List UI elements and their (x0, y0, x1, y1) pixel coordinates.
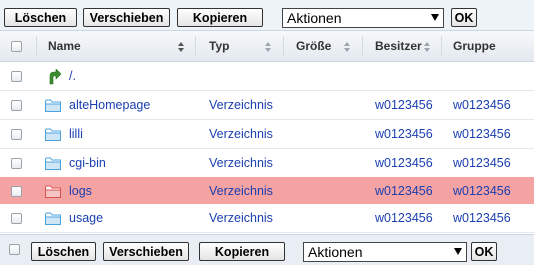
sort-icon[interactable] (344, 42, 351, 52)
table-row[interactable]: usage Verzeichnis w0123456 w0123456 (0, 204, 534, 233)
file-type: Verzeichnis (209, 127, 273, 141)
chevron-down-icon (454, 248, 462, 255)
file-name-link[interactable]: cgi-bin (69, 149, 106, 177)
row-checkbox[interactable] (11, 213, 22, 224)
row-checkbox[interactable] (11, 100, 22, 111)
file-owner: w0123456 (375, 127, 433, 141)
table-row[interactable]: logs Verzeichnis w0123456 w0123456 (0, 177, 534, 206)
actions-select-value: Aktionen (287, 10, 342, 26)
sort-icon[interactable] (178, 42, 185, 52)
actions-select[interactable]: Aktionen (282, 8, 444, 28)
file-name-link[interactable]: lilli (69, 120, 83, 148)
bottom-toolbar: Löschen Verschieben Kopieren Aktionen OK (0, 234, 534, 265)
row-checkbox[interactable] (11, 158, 22, 169)
table-row[interactable]: lilli Verzeichnis w0123456 w0123456 (0, 120, 534, 149)
file-group: w0123456 (453, 211, 511, 225)
column-header-size[interactable]: Größe (296, 31, 331, 61)
file-group: w0123456 (453, 156, 511, 170)
file-group: w0123456 (453, 184, 511, 198)
folder-icon[interactable] (45, 99, 61, 112)
file-group: w0123456 (453, 127, 511, 141)
actions-select-bottom[interactable]: Aktionen (303, 242, 467, 262)
file-owner: w0123456 (375, 211, 433, 225)
table-header: Name Typ Größe Besitzer Gruppe (0, 31, 534, 62)
file-name-link[interactable]: usage (69, 204, 103, 232)
file-owner: w0123456 (375, 156, 433, 170)
folder-icon[interactable] (45, 212, 61, 225)
move-button[interactable]: Verschieben (83, 8, 170, 27)
row-checkbox[interactable] (11, 129, 22, 140)
file-type: Verzeichnis (209, 211, 273, 225)
table-row-parent[interactable]: /. (0, 62, 534, 91)
parent-directory-icon[interactable] (47, 69, 61, 85)
column-header-name[interactable]: Name (48, 31, 81, 61)
select-all-checkbox[interactable] (11, 41, 22, 52)
folder-icon[interactable] (45, 185, 61, 198)
file-type: Verzeichnis (209, 184, 273, 198)
file-owner: w0123456 (375, 184, 433, 198)
copy-button-bottom[interactable]: Kopieren (199, 242, 285, 261)
ok-button[interactable]: OK (451, 8, 477, 27)
column-header-type[interactable]: Typ (209, 31, 229, 61)
ok-button-bottom[interactable]: OK (471, 242, 497, 261)
folder-icon[interactable] (45, 128, 61, 141)
column-header-owner[interactable]: Besitzer (375, 31, 422, 61)
file-type: Verzeichnis (209, 98, 273, 112)
column-header-group[interactable]: Gruppe (453, 31, 496, 61)
top-toolbar: Löschen Verschieben Kopieren Aktionen OK (0, 0, 534, 31)
delete-button-bottom[interactable]: Löschen (31, 242, 96, 261)
file-type: Verzeichnis (209, 156, 273, 170)
file-owner: w0123456 (375, 98, 433, 112)
file-name-link[interactable]: alteHomepage (69, 91, 150, 119)
chevron-down-icon (431, 14, 439, 21)
select-all-checkbox-bottom[interactable] (9, 244, 20, 255)
file-group: w0123456 (453, 98, 511, 112)
copy-button[interactable]: Kopieren (177, 8, 263, 27)
file-name-link[interactable]: logs (69, 177, 92, 205)
folder-icon[interactable] (45, 157, 61, 170)
row-checkbox[interactable] (11, 71, 22, 82)
table-row[interactable]: cgi-bin Verzeichnis w0123456 w0123456 (0, 149, 534, 178)
parent-directory-link[interactable]: /. (69, 62, 76, 90)
move-button-bottom[interactable]: Verschieben (103, 242, 189, 261)
sort-icon[interactable] (424, 42, 431, 52)
row-checkbox[interactable] (11, 186, 22, 197)
sort-icon[interactable] (265, 42, 272, 52)
actions-select-value: Aktionen (308, 244, 363, 260)
delete-button[interactable]: Löschen (4, 8, 77, 27)
table-row[interactable]: alteHomepage Verzeichnis w0123456 w0123456 (0, 91, 534, 120)
